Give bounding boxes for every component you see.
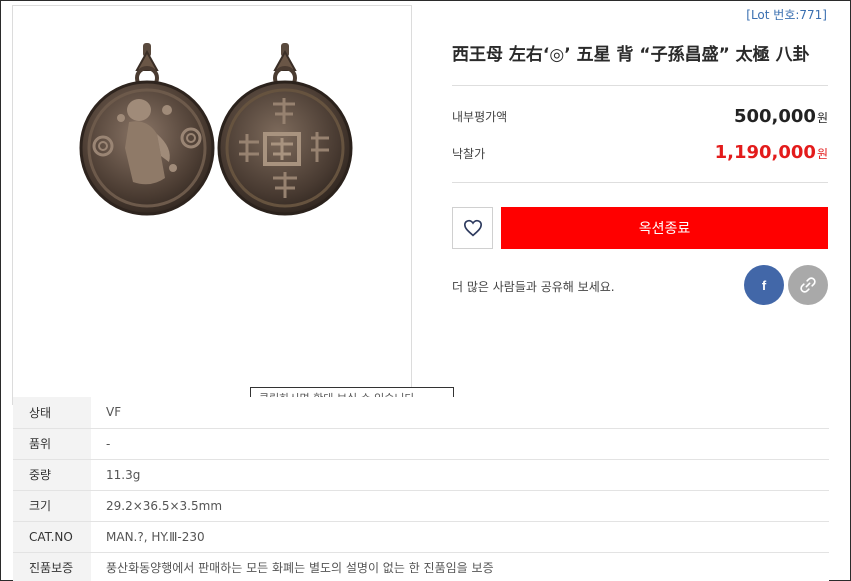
spec-key: 품위 [13, 428, 91, 460]
facebook-share-button[interactable]: f [744, 265, 784, 305]
coin-image[interactable] [73, 38, 363, 228]
hammer-price: 1,190,000원 [715, 142, 828, 163]
spec-key: 크기 [13, 490, 91, 522]
spec-table: 상태 VF 품위 - 중량 11.3g 크기 29.2×36.5×3.5mm C… [13, 397, 829, 581]
spec-key: 진품보증 [13, 552, 91, 581]
spec-row-grade: 품위 - [13, 428, 829, 460]
hammer-unit: 원 [816, 147, 828, 161]
heart-outline-icon [463, 219, 482, 237]
hammer-value: 1,190,000 [714, 142, 816, 163]
coin-obverse [79, 43, 215, 216]
spec-key: 중량 [13, 459, 91, 491]
coin-reverse [217, 43, 353, 216]
spec-row-catalog: CAT.NO MAN.?, HY.Ⅲ-230 [13, 521, 829, 553]
spec-key: 상태 [13, 397, 91, 429]
item-title: 西王母 左右‘◎’ 五星 背 “子孫昌盛” 太極 八卦 [452, 45, 810, 65]
spec-row-condition: 상태 VF [13, 397, 829, 429]
facebook-icon: f [761, 277, 767, 293]
link-icon [800, 277, 816, 293]
spec-value: 풍산화동양행에서 판매하는 모든 화폐는 별도의 설명이 없는 한 진품임을 보… [91, 552, 829, 581]
price-divider [452, 182, 828, 183]
estimate-label: 내부평가액 [452, 110, 508, 124]
spec-value: 29.2×36.5×3.5mm [91, 490, 829, 522]
estimate-price: 500,000원 [734, 106, 828, 127]
spec-value: VF [91, 397, 829, 429]
spec-row-size: 크기 29.2×36.5×3.5mm [13, 490, 829, 522]
spec-key: CAT.NO [13, 521, 91, 553]
spec-value: 11.3g [91, 459, 829, 491]
copy-link-button[interactable] [788, 265, 828, 305]
product-image-frame[interactable] [12, 5, 412, 405]
hammer-label: 낙찰가 [452, 147, 486, 161]
title-divider [452, 85, 828, 86]
spec-value: MAN.?, HY.Ⅲ-230 [91, 521, 829, 553]
lot-number: [Lot 번호:771] [746, 8, 827, 22]
auction-ended-button[interactable]: 옥션종료 [501, 207, 828, 249]
wishlist-button[interactable] [452, 207, 493, 249]
spec-row-authenticity: 진품보증 풍산화동양행에서 판매하는 모든 화폐는 별도의 설명이 없는 한 진… [13, 552, 829, 581]
spec-row-weight: 중량 11.3g [13, 459, 829, 491]
estimate-value: 500,000 [733, 106, 816, 127]
estimate-unit: 원 [816, 111, 828, 125]
share-prompt: 더 많은 사람들과 공유해 보세요. [452, 280, 615, 294]
spec-value: - [91, 428, 829, 460]
